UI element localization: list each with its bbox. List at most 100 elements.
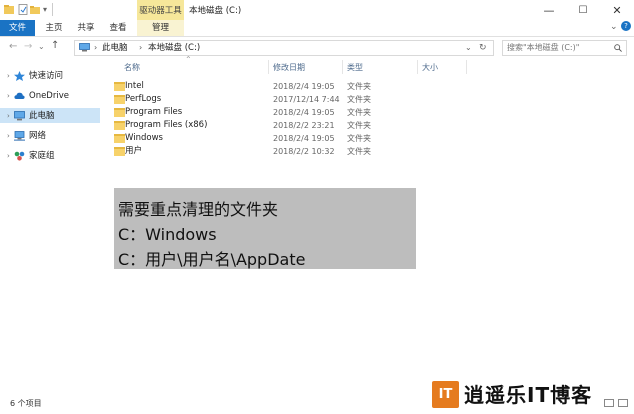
file-name: PerfLogs	[125, 94, 162, 104]
watermark-logo-text: IT	[438, 387, 453, 402]
file-name: Intel	[125, 81, 144, 91]
table-row[interactable]: Windows 2018/2/4 19:05 文件夹	[114, 132, 374, 145]
breadcrumb-local-disk[interactable]: 本地磁盘 (C:)	[148, 41, 200, 55]
annotation-line: C：Windows	[118, 225, 217, 244]
back-arrow-icon[interactable]: ←	[9, 41, 17, 52]
folder-icon	[114, 134, 125, 143]
tab-file[interactable]: 文件	[0, 20, 35, 36]
tab-home[interactable]: 主页	[40, 20, 68, 36]
chevron-right-icon[interactable]: ›	[7, 109, 10, 123]
table-row[interactable]: PerfLogs 2017/12/14 7:44 文件夹	[114, 93, 374, 106]
tab-view[interactable]: 查看	[104, 20, 132, 36]
new-folder-icon[interactable]	[30, 4, 40, 15]
table-row[interactable]: Intel 2018/2/4 19:05 文件夹	[114, 80, 374, 93]
status-item-count: 6 个项目	[10, 399, 42, 408]
file-date: 2018/2/2 10:32	[273, 147, 335, 156]
file-type: 文件夹	[347, 95, 371, 104]
file-type: 文件夹	[347, 82, 371, 91]
maximize-button[interactable]: ☐	[566, 0, 600, 20]
computer-icon	[79, 43, 90, 52]
chevron-right-icon[interactable]: ›	[7, 149, 10, 163]
titlebar-divider	[52, 3, 53, 16]
folder-icon	[114, 95, 125, 104]
quick-access-dropdown-icon[interactable]: ▾	[43, 5, 47, 14]
sidebar-item-label: 网络	[29, 131, 47, 141]
file-name: Program Files (x86)	[125, 120, 208, 130]
sidebar-item-this-pc[interactable]: › 此电脑	[6, 109, 99, 123]
table-row[interactable]: 用户 2018/2/2 10:32 文件夹	[114, 145, 374, 158]
network-icon	[14, 131, 25, 141]
properties-icon[interactable]	[18, 4, 28, 15]
cloud-icon	[14, 92, 25, 99]
close-button[interactable]: ✕	[600, 0, 634, 20]
computer-icon	[14, 111, 25, 121]
help-icon[interactable]: ?	[621, 21, 631, 31]
column-divider[interactable]	[466, 60, 467, 74]
file-type: 文件夹	[347, 108, 371, 117]
tab-share[interactable]: 共享	[72, 20, 100, 36]
folder-icon	[114, 82, 125, 91]
column-divider[interactable]	[342, 60, 343, 74]
recent-locations-icon[interactable]: ⌄	[38, 42, 45, 51]
sidebar-item-label: OneDrive	[29, 91, 69, 101]
chevron-right-icon[interactable]: ›	[7, 69, 10, 83]
large-icons-view-icon[interactable]	[618, 399, 628, 407]
column-divider[interactable]	[417, 60, 418, 74]
homegroup-icon	[14, 151, 25, 161]
file-type: 文件夹	[347, 134, 371, 143]
file-date: 2018/2/4 19:05	[273, 82, 335, 91]
folder-icon	[114, 147, 125, 156]
chevron-right-icon[interactable]: ›	[7, 129, 10, 143]
sidebar-item-onedrive[interactable]: › OneDrive	[6, 89, 99, 103]
file-date: 2018/2/4 19:05	[273, 108, 335, 117]
column-header-size[interactable]: 大小	[422, 61, 438, 75]
search-icon[interactable]	[614, 44, 622, 52]
column-header-date[interactable]: 修改日期	[273, 61, 305, 75]
column-header-type[interactable]: 类型	[347, 61, 363, 75]
file-date: 2018/2/4 19:05	[273, 134, 335, 143]
file-date: 2017/12/14 7:44	[273, 95, 340, 104]
sidebar-item-label: 家庭组	[29, 151, 55, 161]
file-type: 文件夹	[347, 147, 371, 156]
sidebar-item-network[interactable]: › 网络	[6, 129, 99, 143]
breadcrumb-separator-icon: ›	[94, 43, 98, 52]
annotation-line: 需要重点清理的文件夹	[118, 200, 279, 219]
folder-icon	[114, 108, 125, 117]
address-dropdown-icon[interactable]: ⌄	[465, 41, 472, 55]
up-arrow-icon[interactable]: ↑	[51, 40, 59, 51]
file-date: 2018/2/2 23:21	[273, 121, 335, 130]
sort-ascending-icon: ⌃	[185, 55, 192, 64]
sidebar-item-label: 快速访问	[29, 71, 64, 81]
search-placeholder: 搜索"本地磁盘 (C:)"	[507, 43, 580, 52]
expand-ribbon-icon[interactable]: ⌄	[610, 22, 618, 32]
folder-icon	[114, 121, 125, 130]
breadcrumb-separator-icon: ›	[139, 43, 143, 52]
window-title: 本地磁盘 (C:)	[189, 6, 242, 16]
sidebar-item-homegroup[interactable]: › 家庭组	[6, 149, 99, 163]
file-name: Program Files	[125, 107, 183, 117]
star-icon	[14, 71, 25, 81]
chevron-right-icon[interactable]: ›	[7, 89, 10, 103]
refresh-icon[interactable]: ↻	[479, 41, 487, 55]
column-header-name[interactable]: 名称	[124, 61, 140, 75]
annotation-line: C：用户\用户名\AppDate	[118, 250, 306, 269]
file-name: Windows	[125, 133, 163, 143]
watermark-text: 逍遥乐IT博客	[464, 383, 593, 407]
forward-arrow-icon[interactable]: →	[24, 41, 32, 52]
explorer-app-icon	[4, 5, 14, 14]
tab-manage[interactable]: 管理	[137, 20, 184, 36]
sidebar-item-label: 此电脑	[29, 111, 55, 121]
sidebar-item-quick-access[interactable]: › 快速访问	[6, 69, 99, 83]
table-row[interactable]: Program Files 2018/2/4 19:05 文件夹	[114, 106, 374, 119]
watermark-logo: IT	[432, 381, 459, 408]
column-divider[interactable]	[268, 60, 269, 74]
minimize-button[interactable]: —	[532, 0, 566, 20]
file-name: 用户	[125, 146, 143, 156]
context-tab-drive-tools: 驱动器工具	[137, 0, 184, 20]
search-input[interactable]: 搜索"本地磁盘 (C:)"	[502, 40, 627, 56]
address-bar[interactable]: › 此电脑 › 本地磁盘 (C:) ⌄ ↻	[74, 40, 494, 56]
breadcrumb-this-pc[interactable]: 此电脑	[102, 41, 128, 55]
watermark: IT 逍遥乐IT博客	[432, 380, 616, 410]
table-row[interactable]: Program Files (x86) 2018/2/2 23:21 文件夹	[114, 119, 374, 132]
annotation-box: 需要重点清理的文件夹 C：Windows C：用户\用户名\AppDate	[114, 188, 416, 269]
